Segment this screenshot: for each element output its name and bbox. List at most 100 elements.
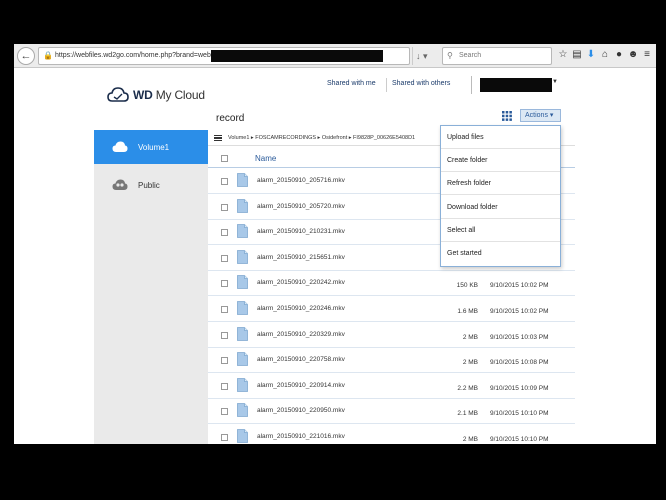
table-row[interactable]: alarm_20150910_220914.mkv 2.2 MB 9/10/2015… — [208, 374, 575, 399]
clipboard-icon[interactable]: ▤ — [571, 48, 583, 62]
file-name[interactable]: alarm_20150910_220246.mkv — [257, 305, 345, 312]
file-name[interactable]: alarm_20150910_210231.mkv — [257, 228, 345, 235]
header-divider — [386, 78, 387, 92]
file-name[interactable]: alarm_20150910_205716.mkv — [257, 177, 345, 184]
file-name[interactable]: alarm_20150910_220329.mkv — [257, 331, 345, 338]
folder-title: record — [216, 113, 245, 124]
file-date: 9/10/2015 10:09 PM — [490, 384, 549, 392]
file-name[interactable]: alarm_20150910_220758.mkv — [257, 356, 345, 363]
row-checkbox[interactable] — [221, 178, 228, 185]
file-date: 9/10/2015 10:02 PM — [490, 308, 549, 315]
file-date: 9/10/2015 10:03 PM — [490, 333, 549, 341]
sidebar: Volume1 Public — [94, 130, 208, 444]
user-menu[interactable] — [480, 78, 552, 92]
file-name[interactable]: alarm_20150910_220914.mkv — [257, 382, 345, 389]
menu-icon[interactable]: ≡ — [641, 48, 653, 62]
menu-item-create-folder[interactable]: Create folder — [441, 149, 560, 173]
sidebar-item-label: Volume1 — [138, 142, 170, 152]
table-row[interactable]: alarm_20150910_220758.mkv 2 MB 9/10/2015 1… — [208, 348, 575, 374]
row-checkbox[interactable] — [221, 254, 228, 262]
file-date: 9/10/2015 10:10 PM — [490, 410, 549, 418]
row-checkbox[interactable] — [221, 357, 228, 365]
caret-down-icon[interactable]: ▼ — [552, 79, 558, 85]
table-row[interactable]: alarm_20150910_220329.mkv 2 MB 9/10/2015 1… — [208, 323, 575, 348]
grid-view-icon[interactable] — [502, 111, 512, 121]
file-icon — [237, 377, 248, 392]
table-row[interactable]: alarm_20150910_220246.mkv 1.6 MB 9/10/2015… — [208, 297, 575, 322]
file-name[interactable]: alarm_20150910_221016.mkv — [257, 433, 345, 440]
breadcrumb-path[interactable]: Volume1 ▸ FOSCAMRECORDINGS ▸ Osidefront … — [228, 135, 415, 141]
file-icon — [237, 403, 248, 418]
row-checkbox[interactable] — [221, 434, 228, 441]
file-date: 9/10/2015 10:10 PM — [490, 436, 549, 443]
file-size: 2.1 MB — [457, 410, 478, 418]
row-checkbox[interactable] — [221, 331, 228, 339]
file-icon — [237, 429, 248, 443]
search-placeholder: Search — [459, 52, 482, 59]
row-checkbox[interactable] — [221, 408, 228, 416]
table-row[interactable]: alarm_20150910_220950.mkv 2.1 MB 9/10/2015… — [208, 399, 575, 425]
shared-with-others-link[interactable]: Shared with others — [392, 80, 450, 87]
file-size: 1.6 MB — [457, 308, 478, 315]
menu-item-download-folder[interactable]: Download folder — [441, 196, 560, 219]
home-icon[interactable]: ⌂ — [599, 48, 611, 62]
file-icon — [237, 275, 248, 290]
back-button[interactable]: ← — [17, 47, 35, 65]
file-date: 9/10/2015 10:02 PM — [490, 282, 549, 290]
file-date: 9/10/2015 10:08 PM — [490, 359, 549, 367]
cloud-logo-icon — [107, 87, 129, 102]
download-icon[interactable]: ⬇ — [585, 48, 597, 62]
file-icon — [237, 352, 248, 367]
table-row[interactable]: alarm_20150910_220242.mkv 150 KB 9/10/2015… — [208, 271, 575, 297]
sidebar-item-label: Public — [138, 180, 160, 190]
row-checkbox[interactable] — [221, 229, 228, 237]
file-name[interactable]: alarm_20150910_215651.mkv — [257, 254, 345, 261]
sidebar-item-volume1[interactable]: Volume1 — [94, 130, 208, 164]
file-icon — [237, 224, 248, 239]
lock-icon: 🔒 — [43, 51, 53, 60]
account-icon[interactable]: ☻ — [627, 48, 639, 62]
file-name[interactable]: alarm_20150910_220950.mkv — [257, 407, 345, 414]
url-bar[interactable]: 🔒 https://webfiles.wd2go.com/home.php?br… — [38, 47, 410, 65]
hamburger-icon[interactable] — [214, 135, 222, 141]
row-checkbox[interactable] — [221, 382, 228, 390]
row-checkbox[interactable] — [221, 280, 228, 288]
cloud-icon — [112, 141, 128, 152]
star-icon[interactable]: ☆ — [557, 48, 569, 62]
file-icon — [237, 326, 248, 341]
url-text: https://webfiles.wd2go.com/home.php?bran… — [55, 52, 228, 59]
history-dropdown-icon[interactable]: ↓ ▾ — [412, 47, 438, 65]
row-checkbox[interactable] — [221, 306, 228, 313]
actions-button[interactable]: Actions ▾ — [520, 109, 561, 122]
menu-item-select-all[interactable]: Select all — [441, 219, 560, 242]
search-icon: ⚲ — [447, 51, 453, 60]
redacted-url-segment — [211, 50, 383, 62]
browser-search-input[interactable]: ⚲ Search — [442, 47, 552, 65]
file-size: 2.2 MB — [457, 384, 478, 392]
menu-item-refresh-folder[interactable]: Refresh folder — [441, 172, 560, 196]
users-icon — [112, 179, 128, 190]
select-all-checkbox[interactable] — [221, 155, 228, 162]
chat-icon[interactable]: ● — [613, 48, 625, 62]
table-row[interactable]: alarm_20150910_221016.mkv 2 MB 9/10/2015 1… — [208, 425, 575, 444]
actions-dropdown-menu: Upload files Create folder Refresh folder D… — [440, 125, 561, 267]
user-divider — [471, 76, 472, 94]
screen: ← 🔒 https://webfiles.wd2go.com/home.php?… — [14, 44, 656, 444]
name-column-header[interactable]: Name — [255, 154, 276, 163]
sidebar-item-public[interactable]: Public — [94, 168, 208, 202]
file-size: 2 MB — [462, 359, 478, 367]
file-size: 2 MB — [462, 436, 478, 443]
file-name[interactable]: alarm_20150910_220242.mkv — [257, 279, 345, 286]
file-icon — [237, 198, 248, 213]
menu-item-upload-files[interactable]: Upload files — [441, 126, 560, 149]
file-size: 2 MB — [462, 333, 478, 341]
browser-toolbar: ← 🔒 https://webfiles.wd2go.com/home.php?… — [14, 44, 656, 68]
file-name[interactable]: alarm_20150910_205720.mkv — [257, 203, 345, 210]
file-icon — [237, 249, 248, 264]
menu-item-get-started[interactable]: Get started — [441, 242, 560, 265]
shared-with-me-link[interactable]: Shared with me — [327, 80, 376, 87]
file-size: 150 KB — [456, 282, 478, 290]
row-checkbox[interactable] — [221, 203, 228, 211]
file-icon — [237, 173, 248, 187]
wd-my-cloud-logo: WD My Cloud — [107, 86, 205, 104]
